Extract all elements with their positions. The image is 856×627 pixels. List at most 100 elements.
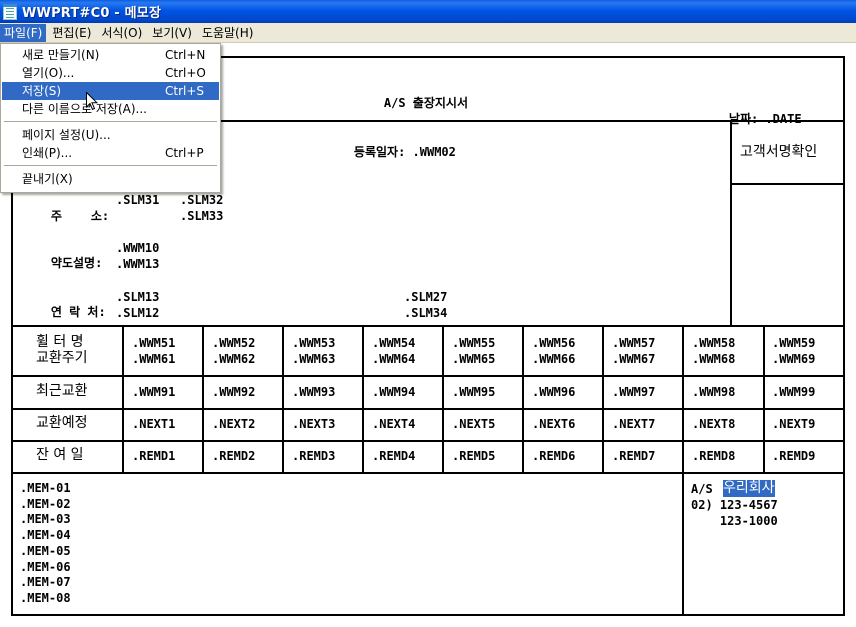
divider bbox=[11, 375, 845, 377]
divider bbox=[11, 325, 845, 327]
address-value: .SLM32 bbox=[180, 193, 224, 207]
company-name: 우리회사 bbox=[723, 480, 775, 497]
window-title: WWPRT#C0 - 메모장 bbox=[22, 6, 162, 21]
filter-cycle-cell: .WWM64 bbox=[372, 352, 416, 366]
next-exchange-cell: .NEXT2 bbox=[212, 417, 256, 431]
filter-name-cell: .WWM52 bbox=[212, 336, 256, 350]
next-exchange-cell: .NEXT5 bbox=[452, 417, 496, 431]
filter-name-cell: .WWM59 bbox=[772, 336, 816, 350]
memo-line: .MEM-08 bbox=[20, 590, 71, 605]
recent-exchange-cell: .WWM92 bbox=[212, 385, 256, 399]
row-label-next: 교환예정 bbox=[36, 415, 88, 431]
filter-cycle-cell: .WWM62 bbox=[212, 352, 256, 366]
menu-file[interactable]: 파일(F) bbox=[0, 23, 47, 42]
menu-bar: 파일(F) 편집(E) 서식(O) 보기(V) 도움말(H) bbox=[0, 23, 856, 43]
form-title: A/S 출장지시서 bbox=[383, 96, 469, 110]
next-exchange-cell: .NEXT3 bbox=[292, 417, 336, 431]
divider bbox=[122, 325, 124, 473]
row-label-cycle: 교환주기 bbox=[36, 350, 88, 366]
filter-name-cell: .WWM55 bbox=[452, 336, 496, 350]
recent-exchange-cell: .WWM91 bbox=[132, 385, 176, 399]
filter-cycle-cell: .WWM66 bbox=[532, 352, 576, 366]
divider bbox=[682, 472, 684, 616]
divider bbox=[282, 325, 284, 473]
address-value: .SLM33 bbox=[180, 209, 224, 223]
contact-value: .SLM27 bbox=[404, 290, 448, 304]
menu-item-open[interactable]: 열기(O)... Ctrl+O bbox=[2, 64, 219, 82]
recent-exchange-cell: .WWM94 bbox=[372, 385, 416, 399]
notepad-icon bbox=[3, 3, 17, 20]
memo-line: .MEM-04 bbox=[20, 528, 71, 543]
menu-item-page-setup[interactable]: 페이지 설정(U)... bbox=[2, 126, 219, 144]
row-label-remaining: 잔 여 일 bbox=[36, 447, 84, 463]
remaining-days-cell: .REMD6 bbox=[532, 449, 576, 463]
map-description-label: 약도설명: bbox=[50, 256, 103, 270]
recent-exchange-cell: .WWM96 bbox=[532, 385, 576, 399]
recent-exchange-cell: .WWM99 bbox=[772, 385, 816, 399]
menu-format[interactable]: 서식(O) bbox=[97, 24, 146, 42]
filter-name-cell: .WWM58 bbox=[692, 336, 736, 350]
menu-item-new[interactable]: 새로 만들기(N) Ctrl+N bbox=[2, 46, 219, 64]
remaining-days-cell: .REMD7 bbox=[612, 449, 656, 463]
divider bbox=[602, 325, 604, 473]
menu-item-save[interactable]: 저장(S) Ctrl+S bbox=[2, 82, 219, 100]
remaining-days-cell: .REMD4 bbox=[372, 449, 416, 463]
recent-exchange-cell: .WWM98 bbox=[692, 385, 736, 399]
remaining-days-cell: .REMD2 bbox=[212, 449, 256, 463]
menu-item-exit[interactable]: 끝내기(X) bbox=[2, 170, 219, 188]
address-value: .SLM31 bbox=[116, 193, 160, 207]
remaining-days-cell: .REMD9 bbox=[772, 449, 816, 463]
customer-signature-label: 고객서명확인 bbox=[740, 144, 818, 160]
next-exchange-cell: .NEXT8 bbox=[692, 417, 736, 431]
filter-name-cell: .WWM57 bbox=[612, 336, 656, 350]
menu-separator bbox=[4, 165, 217, 166]
title-bar: WWPRT#C0 - 메모장 bbox=[0, 0, 856, 23]
filter-cycle-cell: .WWM63 bbox=[292, 352, 336, 366]
remaining-days-cell: .REMD1 bbox=[132, 449, 176, 463]
filter-cycle-cell: .WWM65 bbox=[452, 352, 496, 366]
next-exchange-cell: .NEXT4 bbox=[372, 417, 416, 431]
filter-name-cell: .WWM51 bbox=[132, 336, 176, 350]
menu-help[interactable]: 도움말(H) bbox=[198, 24, 258, 42]
recent-exchange-cell: .WWM93 bbox=[292, 385, 336, 399]
recent-exchange-cell: .WWM97 bbox=[612, 385, 656, 399]
next-exchange-cell: .NEXT1 bbox=[132, 417, 176, 431]
memo-line: .MEM-05 bbox=[20, 543, 71, 558]
divider bbox=[730, 183, 845, 185]
remaining-days-cell: .REMD3 bbox=[292, 449, 336, 463]
filter-name-cell: .WWM53 bbox=[292, 336, 336, 350]
menu-item-save-as[interactable]: 다른 이름으로 저장(A)... bbox=[2, 100, 219, 118]
memo-line: .MEM-07 bbox=[20, 575, 71, 590]
remaining-days-cell: .REMD5 bbox=[452, 449, 496, 463]
filter-name-cell: .WWM56 bbox=[532, 336, 576, 350]
memo-line: .MEM-01 bbox=[20, 481, 71, 495]
address-label: 주 소: bbox=[50, 209, 110, 223]
row-label-recent: 최근교환 bbox=[36, 383, 88, 399]
filter-cycle-cell: .WWM61 bbox=[132, 352, 176, 366]
next-exchange-cell: .NEXT6 bbox=[532, 417, 576, 431]
menu-edit[interactable]: 편집(E) bbox=[48, 24, 95, 42]
company-phone: 123-1000 bbox=[691, 514, 778, 528]
divider bbox=[202, 325, 204, 473]
file-menu-dropdown: 새로 만들기(N) Ctrl+N 열기(O)... Ctrl+O 저장(S) Ctrl… bbox=[0, 43, 221, 193]
menu-view[interactable]: 보기(V) bbox=[148, 24, 196, 42]
divider bbox=[730, 120, 732, 325]
date-label: 날짜: .DATE bbox=[728, 112, 802, 126]
filter-cycle-cell: .WWM69 bbox=[772, 352, 816, 366]
divider bbox=[362, 325, 364, 473]
menu-separator bbox=[4, 121, 217, 122]
menu-item-print[interactable]: 인쇄(P)... Ctrl+P bbox=[2, 144, 219, 162]
divider bbox=[11, 472, 845, 474]
divider bbox=[763, 325, 765, 473]
company-phone: 02) 123-4567 bbox=[691, 498, 778, 512]
divider bbox=[442, 325, 444, 473]
next-exchange-cell: .NEXT7 bbox=[612, 417, 656, 431]
contact-value: .SLM13 bbox=[116, 290, 160, 304]
remaining-days-cell: .REMD8 bbox=[692, 449, 736, 463]
row-label-filter-name: 휠 터 명 bbox=[36, 334, 84, 350]
divider bbox=[682, 325, 684, 473]
filter-name-cell: .WWM54 bbox=[372, 336, 416, 350]
map-description-value: .WWM13 bbox=[116, 257, 160, 271]
memo-line: .MEM-06 bbox=[20, 559, 71, 574]
contact-label: 연 락 처: bbox=[50, 305, 106, 319]
